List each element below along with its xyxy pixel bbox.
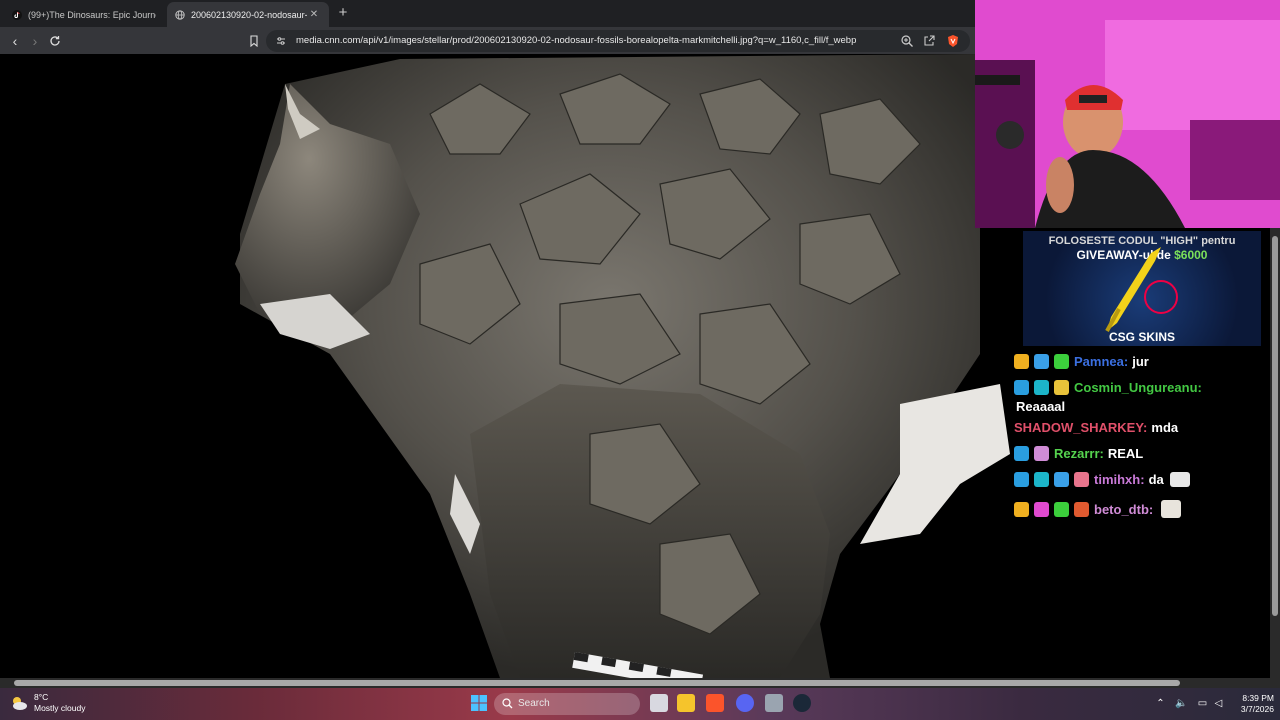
bot-badge-icon xyxy=(1054,380,1069,395)
url-text: media.cnn.com/api/v1/images/stellar/prod… xyxy=(296,35,857,46)
tiktok-icon xyxy=(12,9,22,20)
chat-username[interactable]: Pamnea: xyxy=(1074,354,1128,369)
address-bar[interactable]: media.cnn.com/api/v1/images/stellar/prod… xyxy=(266,30,970,52)
knife-icon xyxy=(1105,247,1178,332)
sub-badge-icon xyxy=(1054,354,1069,369)
steam-icon[interactable] xyxy=(793,694,811,712)
chat-message: timihxh: da xyxy=(1014,472,1195,487)
chat-username[interactable]: Rezarrr: xyxy=(1054,446,1104,461)
ghost-badge-icon xyxy=(1034,354,1049,369)
real-emote-icon xyxy=(1169,472,1190,487)
brave-browser-icon[interactable] xyxy=(706,694,724,712)
crown-badge-icon xyxy=(1014,501,1029,517)
forward-button[interactable]: › xyxy=(25,31,45,51)
sponsor-brand: CSG SKINS xyxy=(1108,330,1175,344)
chat-message: Cosmin_Ungureanu: xyxy=(1014,380,1202,395)
chat-text: da xyxy=(1148,472,1164,487)
hammer-badge-icon xyxy=(1014,380,1029,395)
bookmark-button[interactable] xyxy=(244,31,264,51)
sub-badge-icon xyxy=(1034,446,1049,461)
taskbar-search[interactable]: Search xyxy=(494,693,640,715)
bits-badge-icon xyxy=(1034,380,1049,395)
close-tab-icon[interactable]: ✕ xyxy=(307,9,321,20)
chat-text: mda xyxy=(1151,420,1179,435)
share-icon[interactable] xyxy=(922,34,936,48)
sub-badge-icon xyxy=(1074,472,1089,487)
sub-badge-icon xyxy=(1054,501,1069,517)
speaker-icon[interactable]: ◁ xyxy=(1212,697,1225,710)
monitor-icon[interactable]: ▭ xyxy=(1196,697,1209,710)
discord-icon[interactable] xyxy=(736,694,754,712)
chat-text: REAL xyxy=(1107,446,1144,461)
chat-message: Rezarrr: REAL xyxy=(1014,446,1143,461)
streamer-webcam xyxy=(975,0,1280,228)
globe-icon xyxy=(175,9,185,20)
chat-message-continuation: Reaaaal xyxy=(1014,399,1065,414)
horizontal-scroll-thumb[interactable] xyxy=(14,680,1180,686)
chevron-up-icon[interactable]: ⌃ xyxy=(1154,697,1167,710)
chat-username[interactable]: Cosmin_Ungureanu: xyxy=(1074,380,1202,395)
chat-text: Reaaaal xyxy=(1016,399,1066,414)
tab-nodosaur[interactable]: 200602130920-02-nodosaur-fossils ✕ xyxy=(167,2,329,27)
vertical-scroll-thumb[interactable] xyxy=(1272,236,1278,616)
vertical-scrollbar[interactable] xyxy=(1270,228,1280,678)
file-explorer-icon[interactable] xyxy=(677,694,695,712)
search-placeholder: Search xyxy=(518,698,550,709)
chat-message: beto_dtb: xyxy=(1014,500,1186,518)
horizontal-scrollbar[interactable] xyxy=(0,678,1280,688)
bits-badge-icon xyxy=(1034,472,1049,487)
weather-temp: 8°C xyxy=(34,692,49,702)
clock-date: 3/7/2026 xyxy=(1240,704,1274,714)
chat-message: Pamnea: jur xyxy=(1014,354,1149,369)
hammer-badge-icon xyxy=(1014,472,1029,487)
chat-username[interactable]: beto_dtb: xyxy=(1094,502,1153,517)
chat-text: jur xyxy=(1132,354,1149,369)
task-view-icon[interactable] xyxy=(650,694,668,712)
windows-taskbar: 8°C Mostly cloudy Search ⌃ 🔈 ▭ ◁ 8:39 PM… xyxy=(0,688,1280,720)
percent-badge-icon xyxy=(1074,501,1089,517)
bookmark-icon xyxy=(250,35,258,48)
alien-badge-icon xyxy=(1034,501,1049,517)
back-button[interactable]: ‹ xyxy=(5,31,25,51)
new-tab-button[interactable]: + xyxy=(334,4,352,22)
zoom-icon[interactable] xyxy=(900,34,914,48)
weather-desc: Mostly cloudy xyxy=(34,703,86,713)
hammer-badge-icon xyxy=(1014,446,1029,461)
weather-widget[interactable]: 8°C Mostly cloudy xyxy=(10,692,86,714)
clock-time: 8:39 PM xyxy=(1242,693,1274,703)
taskbar-clock[interactable]: 8:39 PM 3/7/2026 xyxy=(1230,693,1274,715)
site-settings-icon[interactable] xyxy=(276,36,286,46)
streamer-video xyxy=(975,0,1280,228)
reload-button[interactable] xyxy=(45,31,65,51)
sponsor-banner: FOLOSESTE CODUL "HIGH" pentru GIVEAWAY-u… xyxy=(1023,231,1261,346)
chat-username[interactable]: timihxh: xyxy=(1094,472,1145,487)
chat-username[interactable]: SHADOW_SHARKEY: xyxy=(1014,420,1147,435)
brave-shield-icon[interactable] xyxy=(946,34,960,48)
calculator-icon[interactable] xyxy=(765,694,783,712)
chat-message: SHADOW_SHARKEY: mda xyxy=(1014,420,1178,435)
ghost-badge-icon xyxy=(1054,472,1069,487)
reload-icon xyxy=(50,36,60,46)
crown-badge-icon xyxy=(1014,354,1029,369)
search-icon xyxy=(502,698,513,709)
volume-icon[interactable]: 🔈 xyxy=(1175,697,1188,710)
windows-start-icon[interactable] xyxy=(470,694,488,712)
cloudy-weather-icon xyxy=(13,697,27,710)
tab-title: (99+)The Dinosaurs: Epic Journey into xyxy=(28,9,156,20)
tab-title: 200602130920-02-nodosaur-fossils xyxy=(191,9,307,20)
tab-dinosaurs[interactable]: (99+)The Dinosaurs: Epic Journey into xyxy=(4,2,164,27)
cat-emote-icon xyxy=(1161,500,1182,518)
